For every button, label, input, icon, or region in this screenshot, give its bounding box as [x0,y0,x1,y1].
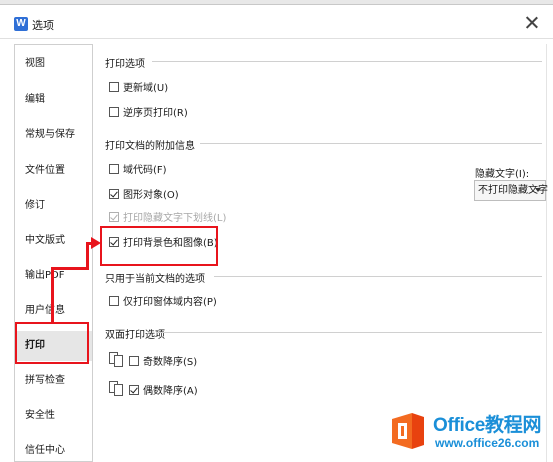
sidebar-item-edit[interactable]: 编辑 [15,85,92,115]
odd-reverse-label: 奇数降序(S) [143,357,198,368]
watermark-title: Office教程网 [433,415,542,436]
reverse-order-option[interactable]: 逆序页打印(R) [109,106,188,122]
sidebar-item-trust-center[interactable]: 信任中心 [15,436,92,461]
annotation-arrow-shaft [51,267,88,270]
reverse-order-checkbox[interactable] [109,107,119,117]
sidebar-item-chinese-layout[interactable]: 中文版式 [15,226,92,256]
even-reverse-option[interactable]: 偶数降序(A) [109,381,198,397]
sidebar-item-spell-check[interactable]: 拼写检查 [15,366,92,396]
current-doc-heading: 只用于当前文档的选项 [105,274,205,285]
even-reverse-checkbox[interactable] [129,385,139,395]
extra-info-heading: 打印文档的附加信息 [105,141,195,152]
field-codes-label: 域代码(F) [123,165,167,176]
hidden-text-label: 隐藏文字(I): [475,169,530,180]
odd-reverse-checkbox[interactable] [129,356,139,366]
even-reverse-label: 偶数降序(A) [143,386,198,397]
group-divider [200,143,542,144]
reverse-order-label: 逆序页打印(R) [123,108,188,119]
annotation-arrow-shaft [51,268,54,324]
update-fields-label: 更新域(U) [123,83,169,94]
annotation-arrow-shaft [86,243,89,270]
group-divider [152,61,542,62]
close-icon[interactable] [525,15,539,29]
hidden-underline-checkbox [109,212,119,222]
office-logo-icon [392,413,424,449]
title-bar: W 选项 [0,5,553,39]
duplex-heading: 双面打印选项 [105,330,165,341]
duplex-odd-icon [109,352,123,368]
hidden-text-select[interactable]: 不打印隐藏文字 [474,180,548,201]
form-only-option[interactable]: 仅打印窗体域内容(P) [109,295,217,311]
update-fields-option[interactable]: 更新域(U) [109,81,168,97]
dialog-right-edge [546,44,553,462]
dialog-title: 选项 [32,19,54,32]
hidden-underline-label: 打印隐藏文字下划线(L) [123,213,227,224]
watermark: Office教程网 www.office26.com [383,406,553,456]
sidebar-item-general-save[interactable]: 常规与保存 [15,120,92,150]
graphic-objects-label: 图形对象(O) [123,190,179,201]
dropdown-arrow-icon [535,188,541,192]
odd-reverse-option[interactable]: 奇数降序(S) [109,352,197,368]
field-codes-checkbox[interactable] [109,164,119,174]
sidebar-item-view[interactable]: 视图 [15,49,92,79]
sidebar-item-revisions[interactable]: 修订 [15,191,92,221]
wps-app-icon: W [14,17,28,31]
hidden-underline-option: 打印隐藏文字下划线(L) [109,211,226,227]
update-fields-checkbox[interactable] [109,82,119,92]
background-highlight-box [100,226,218,266]
group-divider [156,332,542,333]
sidebar-item-file-locations[interactable]: 文件位置 [15,156,92,186]
graphic-objects-checkbox[interactable] [109,189,119,199]
watermark-url: www.office26.com [435,436,540,450]
options-sidebar: 视图 编辑 常规与保存 文件位置 修订 中文版式 输出PDF 用户信息 打印 拼… [14,44,93,462]
field-codes-option[interactable]: 域代码(F) [109,163,167,179]
sidebar-item-security[interactable]: 安全性 [15,401,92,431]
form-only-label: 仅打印窗体域内容(P) [123,297,217,308]
print-highlight-box [15,322,89,364]
print-options-heading: 打印选项 [105,59,145,70]
form-only-checkbox[interactable] [109,296,119,306]
duplex-even-icon [109,381,123,397]
group-divider [214,276,542,277]
graphic-objects-option[interactable]: 图形对象(O) [109,188,179,204]
